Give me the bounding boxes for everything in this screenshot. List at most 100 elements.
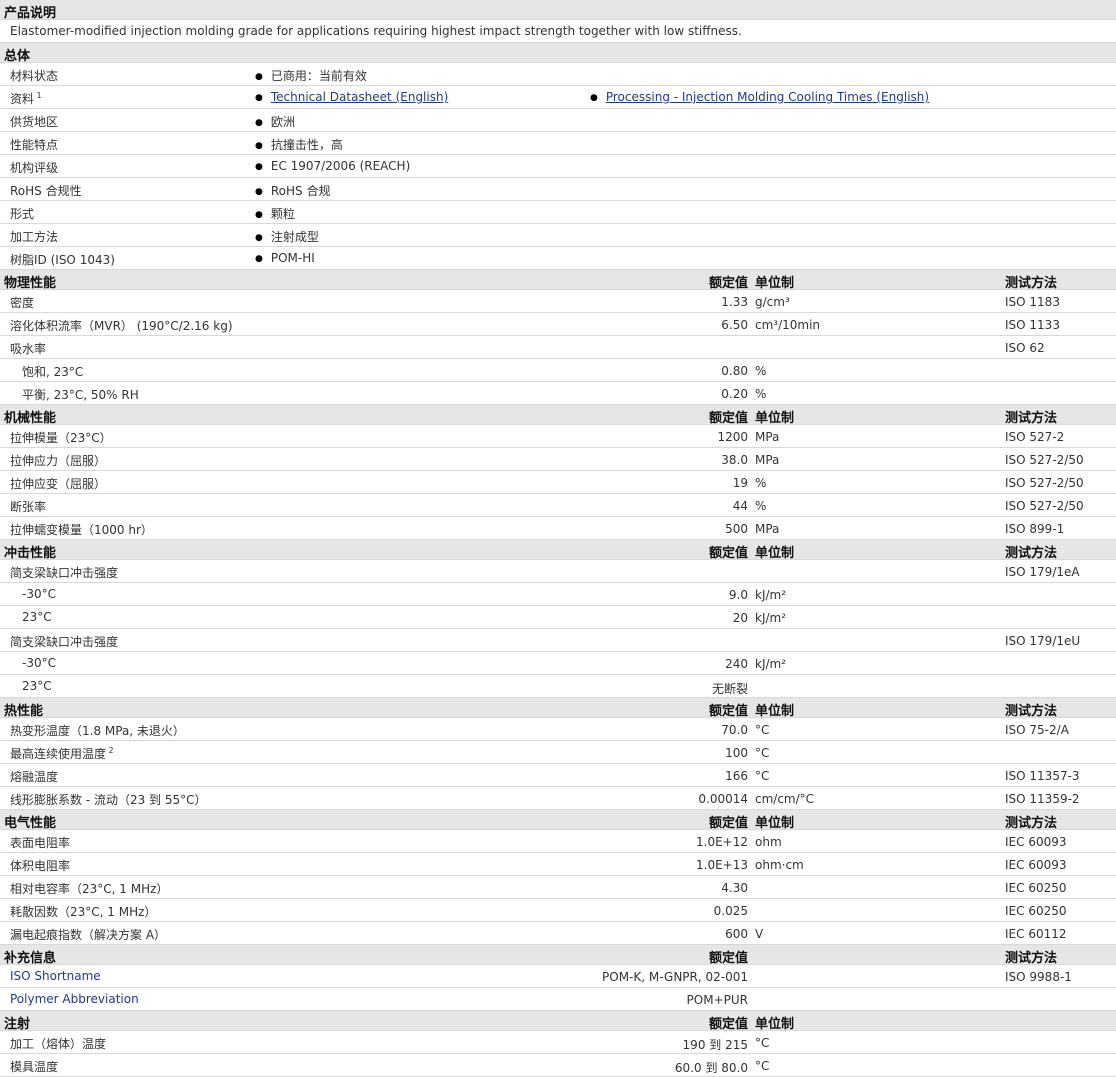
property-unit: cm/cm/°C (755, 792, 815, 806)
document-link[interactable]: Processing - Injection Molding Cooling T… (606, 90, 929, 104)
property-label: 简支梁缺口冲击强度 (10, 635, 119, 649)
bullet-icon: ● (590, 93, 598, 103)
property-label: 溶化体积流率（MVR） (190°C/2.16 kg) (10, 319, 233, 333)
section-title: 冲击性能 (4, 546, 57, 561)
property-unit: ohm (755, 835, 782, 849)
property-row: Polymer Abbreviation POM+PUR (0, 988, 1116, 1011)
property-unit: °C (755, 746, 770, 760)
general-value: ● 已商用：当前有效 (255, 67, 367, 84)
bullet-icon: ● (255, 118, 263, 128)
column-header-value: 额定值 (708, 816, 748, 831)
property-row: 体积电阻率 1.0E+13 ohm·cm IEC 60093 (0, 853, 1116, 876)
test-method: ISO 1183 (1005, 295, 1060, 309)
property-row: 断张率 44% ISO 527-2/50 (0, 494, 1116, 517)
footnote-marker[interactable]: 2 (106, 746, 114, 755)
property-unit: % (755, 499, 767, 513)
property-unit: % (755, 387, 767, 401)
property-label: 拉伸应变（屈服） (10, 477, 107, 491)
column-header-unit: 单位制 (755, 276, 795, 291)
general-label: 树脂ID (ISO 1043) (10, 253, 115, 267)
general-value: ● EC 1907/2006 (REACH) (255, 159, 410, 173)
property-label: -30°C (22, 656, 56, 670)
property-label: 耗散因数（23°C, 1 MHz） (10, 905, 157, 919)
property-unit: g/cm³ (755, 295, 790, 309)
property-value: 4.30 (721, 881, 748, 895)
footnote-marker[interactable]: 1 (34, 91, 42, 100)
section-title: 总体 (4, 49, 31, 64)
section-header: 冲击性能 额定值 单位制 测试方法 (0, 540, 1116, 561)
property-sections: 物理性能 额定值 单位制 测试方法 密度 1.33 g/cm³ ISO 1183 溶化体积流率（… (0, 270, 1116, 1077)
section-title: 机械性能 (4, 411, 57, 426)
property-value: 无断裂 (711, 682, 748, 696)
test-method: IEC 60112 (1005, 927, 1067, 941)
property-label: 吸水率 (10, 342, 47, 356)
value-text: 注射成型 (270, 230, 319, 244)
bullet-icon: ● (255, 72, 263, 82)
property-row: 密度 1.33 g/cm³ ISO 1183 (0, 290, 1116, 313)
property-value: 190 到 215 (682, 1038, 748, 1052)
property-value: 19 (732, 476, 748, 490)
general-row: 树脂ID (ISO 1043) ● POM-HI (0, 247, 1116, 270)
property-row: 模具温度 60.0 到 80.0 °C (0, 1054, 1116, 1077)
general-label: 资料 1 (10, 91, 42, 106)
property-row: -30°C 240 kJ/m² (0, 652, 1116, 675)
property-row: 简支梁缺口冲击强度 ISO 179/1eA (0, 560, 1116, 583)
property-label: 简支梁缺口冲击强度 (10, 566, 119, 580)
general-label: 机构评级 (10, 161, 59, 175)
property-value: 600 (725, 927, 748, 941)
test-method: ISO 899-1 (1005, 522, 1065, 536)
property-label: 最高连续使用温度 2 (10, 746, 114, 761)
general-row: 性能特点 ● 抗撞击性，高 (0, 132, 1116, 155)
property-unit: % (755, 476, 767, 490)
column-header-value: 额定值 (708, 546, 748, 561)
property-row: 溶化体积流率（MVR） (190°C/2.16 kg) 6.50 cm³/10min… (0, 313, 1116, 336)
section-title: 补充信息 (4, 951, 57, 966)
property-label: 体积电阻率 (10, 859, 71, 873)
general-row: 形式 ● 颗粒 (0, 201, 1116, 224)
property-label[interactable]: Polymer Abbreviation (10, 992, 139, 1006)
general-rows: 材料状态 ● 已商用：当前有效 资料 1 ● Technical Datasheet (E… (0, 63, 1116, 270)
property-row: -30°C 9.0 kJ/m² (0, 583, 1116, 606)
document-link[interactable]: Technical Datasheet (English) (271, 90, 448, 104)
property-label: 漏电起痕指数（解决方案 A） (10, 928, 167, 942)
property-label: 平衡, 23°C, 50% RH (22, 388, 139, 402)
property-unit: kJ/m² (755, 588, 787, 602)
property-row: 加工（熔体）温度 190 到 215 °C (0, 1031, 1116, 1054)
property-label: 加工（熔体）温度 (10, 1037, 107, 1051)
general-value: ● POM-HI (255, 251, 315, 265)
test-method: ISO 11357-3 (1005, 769, 1080, 783)
property-label[interactable]: ISO Shortname (10, 969, 101, 983)
property-unit: °C (755, 1036, 770, 1050)
value-text: 颗粒 (270, 207, 295, 221)
property-value: 166 (725, 769, 748, 783)
property-value: 60.0 到 80.0 (674, 1061, 748, 1075)
property-unit: MPa (755, 453, 780, 467)
bullet-icon: ● (255, 233, 263, 243)
general-value: ● 抗撞击性，高 (255, 136, 343, 153)
property-value: 100 (725, 746, 748, 760)
general-row: 供货地区 ● 欧洲 (0, 109, 1116, 132)
value-text: 已商用：当前有效 (270, 69, 367, 83)
general-value: ● Technical Datasheet (English) (255, 90, 448, 104)
test-method: IEC 60093 (1005, 835, 1067, 849)
property-unit: V (755, 927, 764, 941)
property-unit: cm³/10min (755, 318, 821, 332)
property-row: 简支梁缺口冲击强度 ISO 179/1eU (0, 629, 1116, 652)
property-label: 密度 (10, 296, 35, 310)
property-row: ISO Shortname POM-K, M-GNPR, 02-001 ISO 99… (0, 965, 1116, 988)
test-method: IEC 60250 (1005, 881, 1067, 895)
value-text: 欧洲 (270, 115, 295, 129)
bullet-icon: ● (255, 254, 263, 264)
column-header-value: 额定值 (708, 276, 748, 291)
property-unit: % (755, 364, 767, 378)
property-value: 1200 (717, 430, 748, 444)
general-row: 资料 1 ● Technical Datasheet (English) ● Proce… (0, 86, 1116, 109)
property-row: 相对电容率（23°C, 1 MHz） 4.30 IEC 60250 (0, 876, 1116, 899)
column-header-method: 测试方法 (1005, 951, 1058, 966)
property-row: 饱和, 23°C 0.80% (0, 359, 1116, 382)
general-label: 加工方法 (10, 230, 59, 244)
property-label: 模具温度 (10, 1060, 59, 1074)
test-method: IEC 60093 (1005, 858, 1067, 872)
test-method: ISO 527-2/50 (1005, 499, 1084, 513)
property-row: 拉伸应变（屈服） 19% ISO 527-2/50 (0, 471, 1116, 494)
